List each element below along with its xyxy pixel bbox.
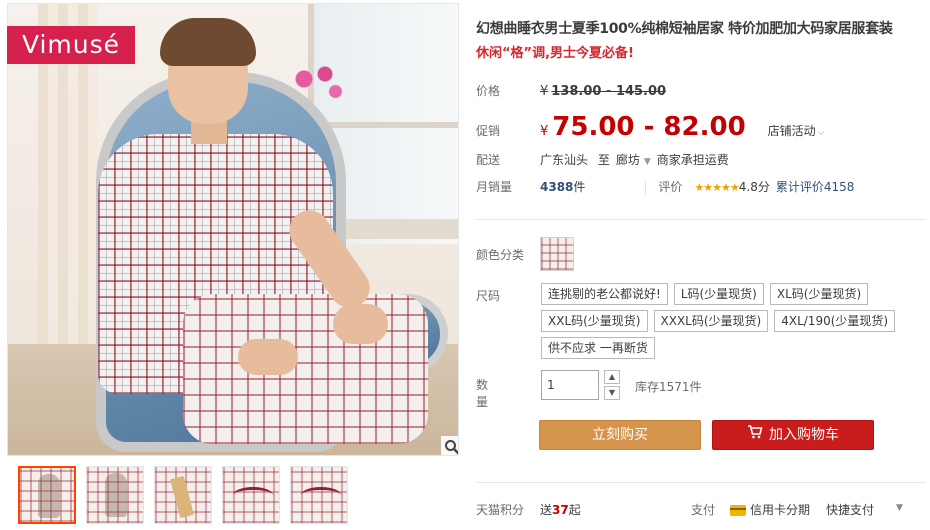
sales-count: 4388: [540, 180, 574, 194]
divider: [645, 180, 647, 195]
model-hand-left: [238, 339, 298, 375]
add-to-cart-label: 加入购物车: [769, 427, 839, 443]
points-suffix: 起: [568, 503, 581, 517]
caret-down-icon[interactable]: ▼: [896, 503, 903, 513]
color-swatch[interactable]: [540, 237, 574, 271]
brand-logo: Vimusé: [7, 26, 135, 64]
size-option[interactable]: 连挑剔的老公都说好!: [541, 283, 668, 305]
thumbnail-2[interactable]: [86, 466, 144, 524]
size-option[interactable]: 供不应求 一再断货: [541, 337, 655, 359]
increment-icon[interactable]: ▲: [604, 370, 620, 384]
credit-card-icon: [730, 505, 746, 516]
decrement-icon[interactable]: ▼: [604, 386, 620, 400]
thumbnail-4[interactable]: [222, 466, 280, 524]
size-option[interactable]: XXXL码(少量现货): [653, 310, 769, 332]
size-option[interactable]: XXL码(少量现货): [541, 310, 648, 332]
color-label: 颜色分类: [476, 247, 525, 262]
thumbnail-strip: [18, 466, 348, 524]
product-title: 幻想曲睡衣男士夏季100%纯棉短袖居家 特价加肥加大码家居服套装: [476, 21, 893, 37]
section-divider: [476, 219, 926, 220]
points-value: 37: [552, 503, 569, 517]
original-price: ¥138.00 - 145.00: [540, 84, 667, 99]
shipping-label: 配送: [476, 153, 501, 167]
thumbnail-3[interactable]: [154, 466, 212, 524]
sales-label: 月销量: [476, 180, 513, 194]
size-option[interactable]: L码(少量现货): [673, 283, 764, 305]
color-row: 颜色分类: [476, 237, 574, 271]
section-divider: [476, 482, 926, 483]
size-option[interactable]: 4XL/190(少量现货): [774, 310, 896, 332]
points-label: 天猫积分: [476, 503, 525, 517]
sales-row: 月销量 4388件 评价 ★★★★★4.8分 累计评价4158: [476, 178, 854, 195]
points-prefix: 送: [540, 503, 553, 517]
payment-label: 支付: [691, 503, 716, 517]
magnifier-icon[interactable]: [441, 436, 458, 455]
model-pants: [183, 294, 428, 444]
ship-from: 广东汕头: [540, 153, 589, 167]
rating-score: 4.8分: [738, 180, 770, 194]
rating-label: 评价: [658, 180, 683, 194]
main-product-image[interactable]: [7, 3, 459, 456]
ship-destination[interactable]: 廊坊: [616, 153, 640, 167]
points-row: 天猫积分 送37起 支付 信用卡分期 快捷支付 ▼: [476, 501, 926, 518]
size-label: 尺码: [476, 289, 501, 303]
original-price-row: 价格 ¥138.00 - 145.00: [476, 82, 666, 99]
stock-count: 库存1571件: [635, 380, 702, 394]
add-to-cart-button[interactable]: 加入购物车: [712, 420, 874, 450]
price-label: 价格: [476, 84, 501, 98]
quick-pay[interactable]: 快捷支付: [826, 501, 874, 518]
cart-icon: [747, 421, 763, 449]
shipping-fee: 商家承担运费: [656, 153, 729, 167]
promo-price-row: 促销 ¥75.00 - 82.00 店铺活动 ⌵: [476, 110, 825, 144]
photo-table: [328, 219, 458, 239]
thumbnail-5[interactable]: [290, 466, 348, 524]
size-option[interactable]: XL码(少量现货): [769, 283, 869, 305]
thumbnail-1[interactable]: [18, 466, 76, 524]
promo-price: ¥75.00 - 82.00: [540, 112, 746, 142]
model-hair: [160, 18, 256, 66]
quantity-label: 数量: [476, 378, 489, 409]
size-options: 连挑剔的老公都说好! L码(少量现货) XL码(少量现货) XXL码(少量现货)…: [541, 283, 926, 359]
shop-activity-dropdown[interactable]: 店铺活动 ⌵: [768, 124, 825, 138]
model-hand: [333, 304, 388, 344]
ship-to-word: 至: [597, 153, 610, 167]
credit-installment[interactable]: 信用卡分期: [730, 501, 810, 518]
shipping-row: 配送 广东汕头 至廊坊 ▼ 商家承担运费: [476, 151, 729, 168]
promo-label: 促销: [476, 124, 501, 138]
quantity-input[interactable]: [541, 370, 599, 400]
sales-unit: 件: [573, 180, 586, 194]
rating-stars-icon: ★★★★★: [694, 181, 739, 194]
review-count-link[interactable]: 累计评价4158: [776, 180, 855, 194]
chevron-down-icon: ⌵: [817, 128, 825, 138]
buy-now-button[interactable]: 立刻购买: [539, 420, 701, 450]
caret-down-icon[interactable]: ▼: [644, 157, 651, 167]
product-subtitle: 休闲“格”调,男士今夏必备!: [476, 46, 634, 61]
